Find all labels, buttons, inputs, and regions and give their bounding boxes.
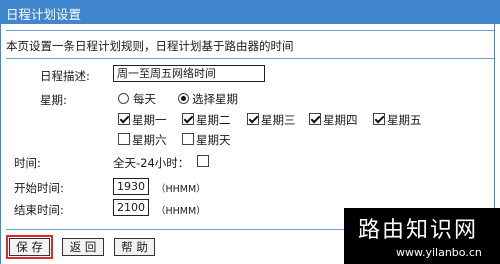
- start-time-input[interactable]: 1930: [113, 178, 149, 195]
- day-label-wed: 星期三: [261, 113, 296, 127]
- day-checkbox-mon[interactable]: [118, 113, 130, 125]
- start-time-format: （HHMM）: [156, 184, 206, 195]
- desc-input[interactable]: 周一至周五网络时间: [113, 65, 265, 82]
- day-label-sun: 星期天: [196, 133, 231, 147]
- save-button[interactable]: 保 存: [6, 235, 53, 259]
- day-label-thu: 星期四: [323, 113, 358, 127]
- select-days-label: 选择星期: [192, 92, 238, 106]
- help-button[interactable]: 帮 助: [114, 238, 155, 256]
- everyday-label: 每天: [133, 92, 156, 106]
- day-checkbox-sun[interactable]: [182, 133, 194, 145]
- day-checkbox-sat[interactable]: [118, 133, 130, 145]
- watermark: 路由知识网 www.yilanbo.cn: [344, 208, 500, 264]
- day-label-fri: 星期五: [387, 113, 422, 127]
- page-hint: 本页设置一条日程计划规则，日程计划基于路由器的时间: [6, 39, 294, 53]
- back-button[interactable]: 返 回: [62, 238, 104, 256]
- everyday-radio[interactable]: [118, 93, 129, 104]
- day-checkbox-wed[interactable]: [247, 113, 259, 125]
- day-checkbox-tue[interactable]: [182, 113, 194, 125]
- divider-top: [6, 30, 494, 31]
- end-time-format: （HHMM）: [156, 206, 206, 217]
- desc-label: 日程描述:: [40, 69, 90, 83]
- start-time-label: 开始时间:: [14, 181, 64, 195]
- watermark-title: 路由知识网: [358, 218, 479, 243]
- time-label: 时间:: [14, 156, 41, 170]
- day-checkbox-fri[interactable]: [373, 113, 385, 125]
- day-checkbox-thu[interactable]: [309, 113, 321, 125]
- select-days-radio[interactable]: [178, 93, 189, 104]
- watermark-url: www.yilanbo.cn: [396, 246, 482, 259]
- allday-checkbox[interactable]: [197, 155, 209, 167]
- allday-label: 全天-24小时：: [113, 156, 190, 170]
- day-label-mon: 星期一: [132, 113, 167, 127]
- end-time-input[interactable]: 2100: [113, 199, 149, 216]
- title-bar: 日程计划设置: [0, 0, 500, 24]
- window-title: 日程计划设置: [6, 7, 82, 22]
- divider-hint: [6, 58, 494, 59]
- day-label-sat: 星期六: [132, 133, 167, 147]
- week-label: 星期:: [40, 93, 67, 107]
- end-time-label: 结束时间:: [14, 203, 64, 217]
- day-label-tue: 星期二: [196, 113, 231, 127]
